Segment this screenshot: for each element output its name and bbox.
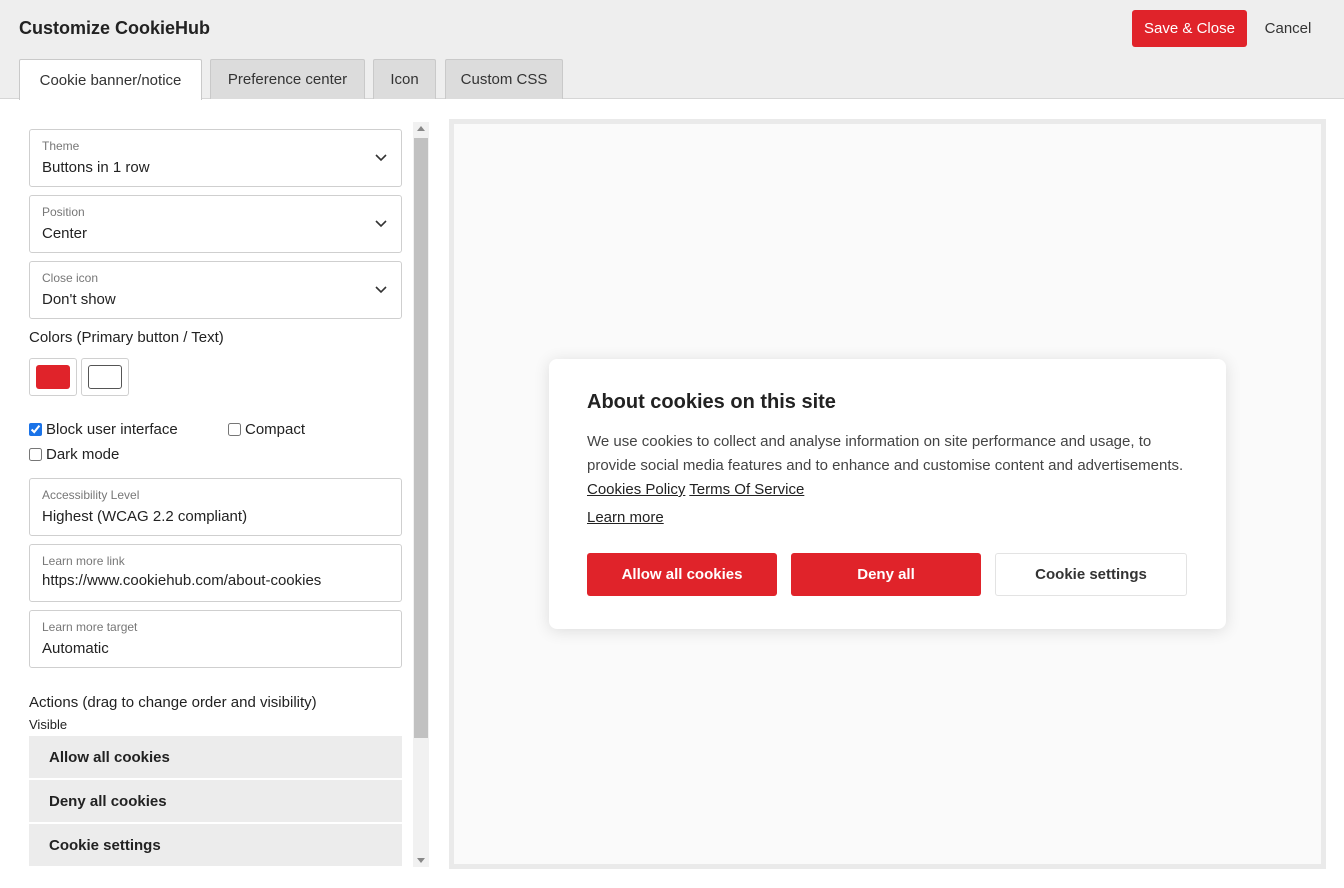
- cookies-policy-link[interactable]: Cookies Policy: [587, 481, 685, 498]
- dark-mode-checkbox[interactable]: Dark mode: [29, 446, 119, 463]
- scroll-up-arrow-icon[interactable]: [417, 126, 425, 131]
- block-ui-label: Block user interface: [46, 421, 178, 438]
- learn-more-link-field[interactable]: Learn more link https://www.cookiehub.co…: [29, 544, 402, 602]
- learn-more-link[interactable]: Learn more: [587, 506, 664, 530]
- compact-label: Compact: [245, 421, 306, 438]
- tab-cookie-banner[interactable]: Cookie banner/notice: [19, 59, 202, 100]
- deny-all-button[interactable]: Deny all: [791, 553, 981, 596]
- learn-more-target-label: Learn more target: [42, 620, 138, 634]
- banner-links: Cookies Policy Terms Of Service: [587, 478, 804, 502]
- learn-more-link-label: Learn more link: [42, 554, 125, 568]
- position-label: Position: [42, 205, 85, 219]
- colors-label: Colors (Primary button / Text): [29, 329, 224, 346]
- save-close-button[interactable]: Save & Close: [1132, 10, 1247, 47]
- terms-of-service-link[interactable]: Terms Of Service: [689, 481, 804, 498]
- tab-custom-css[interactable]: Custom CSS: [445, 59, 563, 99]
- app-title: Customize CookieHub: [19, 18, 211, 38]
- learn-more-target-select[interactable]: Learn more target Automatic: [29, 610, 402, 668]
- accessibility-select[interactable]: Accessibility Level Highest (WCAG 2.2 co…: [29, 478, 402, 536]
- theme-value: Buttons in 1 row: [42, 159, 150, 176]
- text-color-swatch: [88, 365, 122, 389]
- banner-preview: About cookies on this site We use cookie…: [449, 119, 1326, 869]
- tab-preference-center[interactable]: Preference center: [210, 59, 365, 99]
- chevron-down-icon: [375, 286, 387, 294]
- dark-mode-input[interactable]: [29, 448, 42, 461]
- dark-mode-label: Dark mode: [46, 446, 120, 463]
- cookie-banner: About cookies on this site We use cookie…: [549, 359, 1226, 629]
- cancel-button[interactable]: Cancel: [1252, 10, 1324, 47]
- actions-label: Actions (drag to change order and visibi…: [29, 694, 317, 711]
- close-icon-value: Don't show: [42, 291, 116, 308]
- banner-title: About cookies on this site: [587, 391, 836, 413]
- close-icon-label: Close icon: [42, 271, 99, 285]
- action-item-allow-all[interactable]: Allow all cookies: [29, 736, 402, 778]
- action-item-cookie-settings[interactable]: Cookie settings: [29, 824, 402, 866]
- chevron-down-icon: [375, 220, 387, 228]
- theme-label: Theme: [42, 139, 80, 153]
- action-item-deny-all[interactable]: Deny all cookies: [29, 780, 402, 822]
- close-icon-select[interactable]: Close icon Don't show: [29, 261, 402, 319]
- visible-label: Visible: [29, 717, 68, 732]
- theme-select[interactable]: Theme Buttons in 1 row: [29, 129, 402, 187]
- accessibility-value: Highest (WCAG 2.2 compliant): [42, 508, 248, 525]
- primary-color-swatch: [36, 365, 70, 389]
- learn-more-link-value: https://www.cookiehub.com/about-cookies: [42, 572, 322, 589]
- allow-all-cookies-button[interactable]: Allow all cookies: [587, 553, 777, 596]
- compact-input[interactable]: [228, 423, 241, 436]
- banner-text: We use cookies to collect and analyse in…: [587, 433, 1184, 474]
- settings-panel: Theme Buttons in 1 row Position Center C…: [0, 100, 430, 888]
- primary-color-picker[interactable]: [29, 358, 77, 396]
- settings-scrollbar[interactable]: [413, 122, 429, 867]
- scroll-down-arrow-icon[interactable]: [417, 858, 425, 863]
- compact-checkbox[interactable]: Compact: [228, 421, 305, 438]
- learn-more-target-value: Automatic: [42, 640, 109, 657]
- tab-icon[interactable]: Icon: [373, 59, 436, 99]
- block-ui-checkbox[interactable]: Block user interface: [29, 421, 178, 438]
- cookie-settings-button[interactable]: Cookie settings: [995, 553, 1187, 596]
- scroll-thumb[interactable]: [414, 138, 428, 738]
- text-color-picker[interactable]: [81, 358, 129, 396]
- chevron-down-icon: [375, 154, 387, 162]
- position-value: Center: [42, 225, 88, 242]
- top-bar: Customize CookieHub Save & Close Cancel …: [0, 0, 1344, 100]
- position-select[interactable]: Position Center: [29, 195, 402, 253]
- accessibility-label: Accessibility Level: [42, 488, 140, 502]
- block-ui-input[interactable]: [29, 423, 42, 436]
